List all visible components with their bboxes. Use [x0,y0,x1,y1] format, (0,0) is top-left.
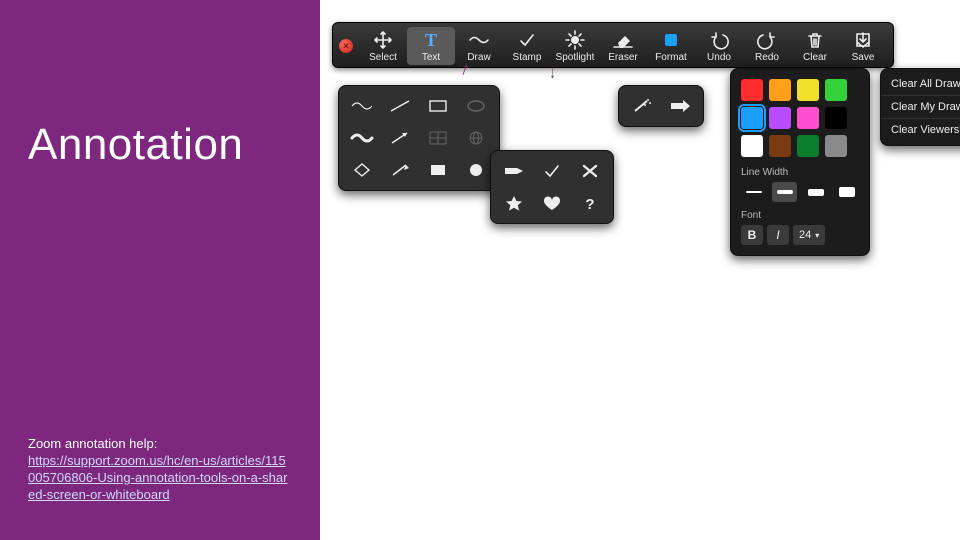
toolbar-text-button[interactable]: T Text [407,27,455,65]
help-link[interactable]: https://support.zoom.us/hc/en-us/article… [28,453,287,502]
toolbar-save-button[interactable]: Save [839,27,887,65]
wavy-thin-option[interactable] [347,94,377,118]
rect-outline-option[interactable] [423,94,453,118]
color-swatch[interactable] [797,107,819,129]
toolbar-stamp-button[interactable]: Stamp [503,27,551,65]
font-size-select[interactable]: 24 ▾ [793,225,825,245]
toolbar-item-label: Spotlight [551,52,599,63]
format-submenu: Line Width Font B I 24 ▾ [730,68,870,256]
color-swatch[interactable] [769,135,791,157]
toolbar-format-button[interactable]: Format [647,27,695,65]
ellipse-outline-dim-option[interactable] [461,94,491,118]
toolbar-item-label: Select [359,52,407,63]
color-swatch[interactable] [741,135,763,157]
arrow-right-option[interactable] [665,94,695,118]
wand-option[interactable] [627,94,657,118]
heart-stamp[interactable] [537,191,567,215]
line-width-option[interactable] [772,182,797,202]
color-swatch[interactable] [741,79,763,101]
text-icon: T [407,29,455,51]
italic-button[interactable]: I [767,225,789,245]
line-width-option[interactable] [803,182,828,202]
toolbar-item-label: Undo [695,52,743,63]
eraser-icon [599,29,647,51]
star-stamp[interactable] [499,191,529,215]
trash-icon [791,29,839,51]
toolbar-select-button[interactable]: Select [359,27,407,65]
toolbar-item-label: Redo [743,52,791,63]
circle-fill-option[interactable] [461,158,491,182]
check-stamp[interactable] [537,159,567,183]
question-stamp[interactable]: ? [575,191,605,215]
arrow-tag-stamp[interactable] [499,159,529,183]
svg-text:T: T [425,30,437,50]
bold-button[interactable]: B [741,225,763,245]
annotation-toolbar: ✕ Select T TextDrawStampSpotlightEraserFor… [332,22,894,68]
color-swatch[interactable] [797,79,819,101]
color-swatch[interactable] [825,107,847,129]
chevron-down-icon: ▾ [815,231,819,240]
line-width-option[interactable] [834,182,859,202]
wavy-icon [455,29,503,51]
toolbar-item-label: Save [839,52,887,63]
stamp-submenu: ? [490,150,614,224]
toolbar-draw-button[interactable]: Draw [455,27,503,65]
help-label: Zoom annotation help: [28,436,157,451]
font-label: Font [741,210,859,221]
globe-dim-option[interactable] [461,126,491,150]
line-width-label: Line Width [741,167,859,178]
font-size-value: 24 [799,229,811,241]
toolbar-eraser-button[interactable]: Eraser [599,27,647,65]
toolbar-undo-button[interactable]: Undo [695,27,743,65]
draw-submenu [338,85,500,191]
clear-menu-item[interactable]: Clear All Drawings [881,73,960,95]
grid-dim-option[interactable] [423,126,453,150]
help-block: Zoom annotation help: https://support.zo… [28,436,292,504]
toolbar-item-label: Clear [791,52,839,63]
diamond-outline-option[interactable] [347,158,377,182]
check-icon [503,29,551,51]
close-icon[interactable]: ✕ [339,39,353,53]
color-swatch[interactable] [825,79,847,101]
move-icon [359,29,407,51]
pointer-arrow: ↓ [549,62,555,83]
toolbar-item-label: Format [647,52,695,63]
sidebar: Annotation Zoom annotation help: https:/… [0,0,320,540]
clear-menu-item[interactable]: Clear Viewers' Drawings [881,118,960,141]
toolbar-spotlight-button[interactable]: Spotlight [551,27,599,65]
toolbar-clear-button[interactable]: Clear [791,27,839,65]
color-swatch[interactable] [741,107,763,129]
format-icon [647,29,695,51]
toolbar-item-label: Text [407,52,455,63]
wavy-thick-option[interactable] [347,126,377,150]
x-stamp[interactable] [575,159,605,183]
line-thin-option[interactable] [385,94,415,118]
toolbar-item-label: Eraser [599,52,647,63]
clear-submenu: Clear All DrawingsClear My DrawingsClear… [880,68,960,146]
line-width-option[interactable] [741,182,766,202]
color-swatch[interactable] [825,135,847,157]
rect-fill-option[interactable] [423,158,453,182]
color-swatch[interactable] [769,107,791,129]
spot-icon [551,29,599,51]
color-swatch[interactable] [797,135,819,157]
page-title: Annotation [28,120,292,170]
spotlight-submenu [618,85,704,127]
svg-text:?: ? [585,196,594,212]
toolbar-redo-button[interactable]: Redo [743,27,791,65]
clear-menu-item[interactable]: Clear My Drawings [881,95,960,118]
redo-icon [743,29,791,51]
color-swatch[interactable] [769,79,791,101]
arrow-diag-option[interactable] [385,126,415,150]
undo-icon [695,29,743,51]
save-icon [839,29,887,51]
arrow-ne-option[interactable] [385,158,415,182]
toolbar-item-label: Stamp [503,52,551,63]
